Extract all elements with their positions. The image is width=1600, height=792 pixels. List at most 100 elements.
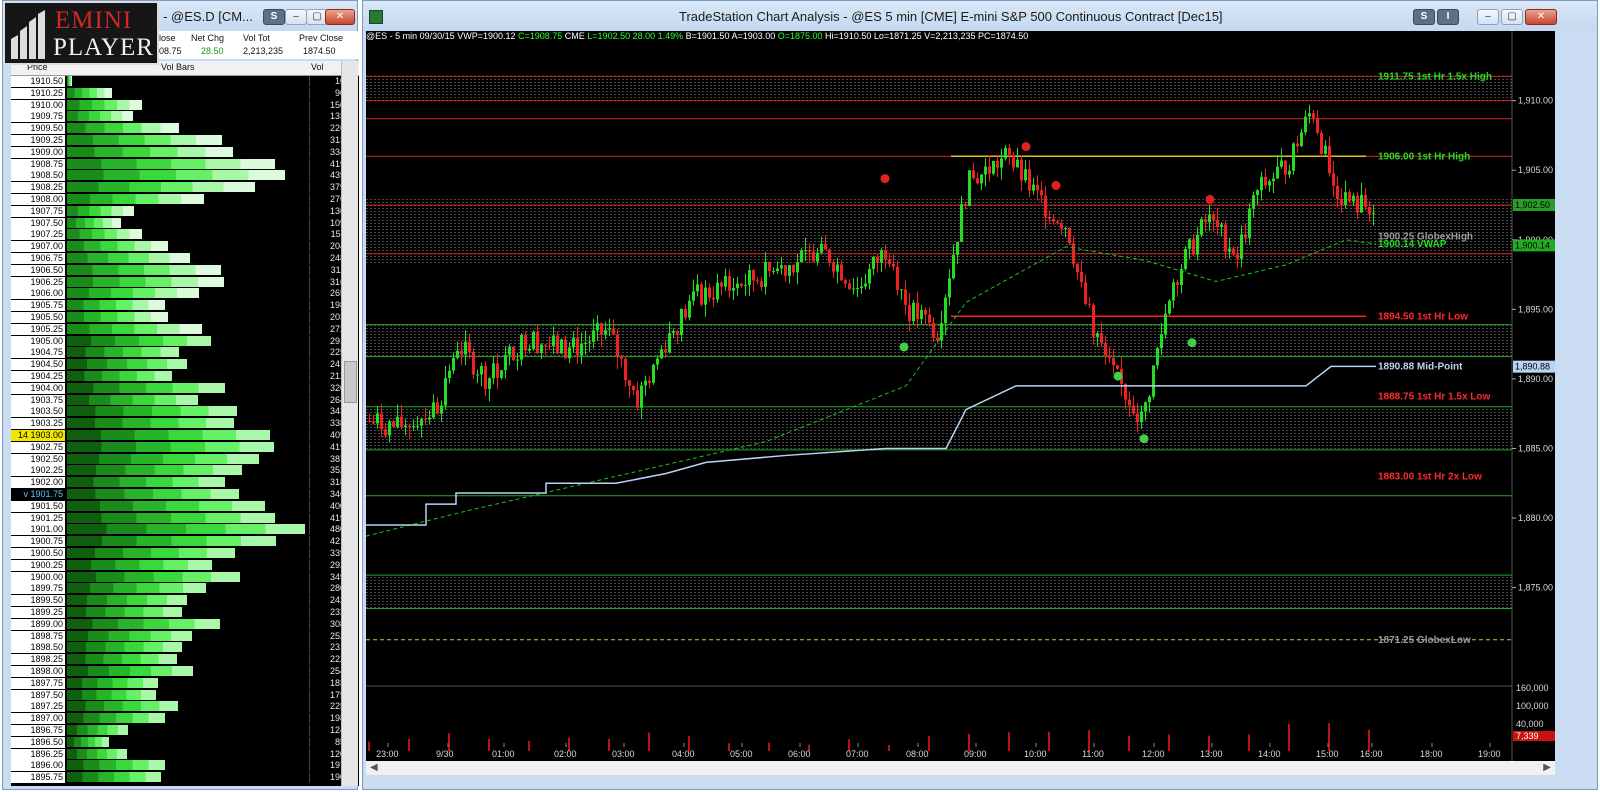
ladder-row[interactable]: 1905.0029173: [11, 335, 359, 347]
ladder-row[interactable]: 1904.7522538: [11, 347, 359, 359]
price-chart[interactable]: @ES - 5 min 09/30/15 VWP=1900.12 C=1908.…: [366, 31, 1555, 761]
ladder-price: 1906.00: [11, 288, 65, 300]
chart-horizontal-scrollbar[interactable]: ◀ ▶: [366, 761, 1555, 775]
candle-body: [592, 330, 595, 342]
ladder-price: v 1901.75: [11, 489, 65, 500]
ladder-row[interactable]: 1909.7513323: [11, 111, 359, 123]
ladder-row[interactable]: 1904.5024148: [11, 359, 359, 371]
candle-body: [900, 289, 903, 291]
volume-bar: [1048, 731, 1050, 751]
ladder-row[interactable]: 1902.7541906: [11, 441, 359, 453]
ladder-row[interactable]: 1897.7518332: [11, 677, 359, 689]
ladder-row[interactable]: 1907.2515119: [11, 229, 359, 241]
ladder-price: 1896.00: [11, 760, 65, 772]
ladder-row[interactable]: 1909.0033448: [11, 146, 359, 158]
ladder-row[interactable]: 1905.7519877: [11, 300, 359, 312]
ladder-price: 1906.75: [11, 253, 65, 264]
scroll-left-icon[interactable]: ◀: [370, 762, 378, 773]
ladder-scrollbar[interactable]: [341, 61, 358, 786]
volume-bar: [368, 741, 370, 751]
ladder-price: 1900.00: [11, 571, 65, 583]
ladder-row[interactable]: 1907.5010927: [11, 217, 359, 229]
ladder-row[interactable]: 1903.2533840: [11, 418, 359, 430]
candle-body: [1288, 170, 1291, 175]
scrollbar-thumb[interactable]: [344, 361, 357, 403]
ladder-row[interactable]: 1910.501047: [11, 76, 359, 87]
ladder-row[interactable]: 1903.7526430: [11, 394, 359, 406]
ladder-row[interactable]: 1898.5023171: [11, 642, 359, 654]
ladder-row[interactable]: 1900.2529237: [11, 559, 359, 571]
ladder-row[interactable]: 1905.2527213: [11, 323, 359, 335]
ladder-row[interactable]: 1902.0031874: [11, 477, 359, 489]
ladder-row[interactable]: 1908.5043999: [11, 170, 359, 182]
ladder-row[interactable]: 1903.5034335: [11, 406, 359, 418]
time-axis-label: 18:00: [1420, 749, 1443, 759]
ladder-row[interactable]: 1898.2522271: [11, 654, 359, 666]
close-button[interactable]: ✕: [325, 9, 355, 25]
ladder-row[interactable]: 1897.5017945: [11, 689, 359, 701]
close-button[interactable]: ✕: [1525, 9, 1557, 25]
ladder-volume-bar: [67, 500, 266, 511]
ladder-row[interactable]: 1899.0030851: [11, 618, 359, 630]
scroll-right-icon[interactable]: ▶: [1543, 762, 1551, 773]
ladder-row[interactable]: 1899.5024277: [11, 595, 359, 607]
ladder-row[interactable]: 1896.0019749: [11, 760, 359, 772]
ladder-row[interactable]: 1901.0048085: [11, 524, 359, 536]
ladder-row[interactable]: 1898.0025479: [11, 666, 359, 677]
ladder-price: 1909.50: [11, 123, 65, 135]
ladder-row[interactable]: 1899.2523269: [11, 607, 359, 618]
ladder-row[interactable]: 1908.2537916: [11, 182, 359, 194]
ladder-row[interactable]: 1899.7528040: [11, 583, 359, 595]
ladder-row[interactable]: 1907.0020437: [11, 241, 359, 253]
ladder-row[interactable]: 1897.0019842: [11, 713, 359, 725]
ladder-row[interactable]: 1895.7519081: [11, 772, 359, 784]
candle-body: [1308, 113, 1311, 117]
ladder-row[interactable]: 1902.5038705: [11, 453, 359, 465]
minimize-button[interactable]: –: [285, 9, 307, 25]
ladder-row[interactable]: 1910.0015075: [11, 99, 359, 111]
ladder-row[interactable]: 1908.7541972: [11, 158, 359, 170]
window-menu-button[interactable]: S: [263, 9, 285, 25]
ladder-row[interactable]: 1896.508536: [11, 736, 359, 748]
ladder-row[interactable]: v 1901.7534690: [11, 489, 359, 500]
candle-body: [1112, 358, 1115, 366]
ladder-row[interactable]: 1907.7513614: [11, 205, 359, 217]
ladder-volume-bar: [67, 524, 305, 535]
ladder-row[interactable]: 1904.0032005: [11, 382, 359, 394]
maximize-button[interactable]: ▢: [1501, 9, 1523, 25]
ladder-row[interactable]: 1909.5022662: [11, 123, 359, 135]
candle-body: [928, 314, 931, 323]
ladder-row[interactable]: 1898.7525267: [11, 630, 359, 642]
window-menu-button[interactable]: S: [1413, 9, 1435, 25]
ladder-row[interactable]: 1906.7524818: [11, 253, 359, 264]
ladder-row[interactable]: 1901.5040098: [11, 500, 359, 512]
ladder-price: 1897.50: [11, 689, 65, 701]
candle-body: [380, 413, 383, 430]
ladder-row[interactable]: 14 1903.0040920: [11, 430, 359, 441]
ladder-row[interactable]: 1897.2522518: [11, 701, 359, 713]
ladder-row[interactable]: 1906.0026573: [11, 288, 359, 300]
ladder-row[interactable]: 1896.2512022: [11, 748, 359, 760]
indicator-menu-button[interactable]: I: [1437, 9, 1459, 25]
ladder-row[interactable]: 1900.0034967: [11, 571, 359, 583]
ladder-row[interactable]: 1908.0027606: [11, 194, 359, 205]
chart-titlebar[interactable]: TradeStation Chart Analysis - @ES 5 min …: [363, 1, 1597, 31]
quote-prevclose: 1874.50: [303, 46, 336, 56]
ladder-row[interactable]: 1906.2531624: [11, 276, 359, 288]
ladder-row[interactable]: 1900.5033921: [11, 548, 359, 559]
ladder-row[interactable]: 1900.7542126: [11, 536, 359, 548]
time-axis-label: 15:00: [1316, 749, 1339, 759]
ladder-row[interactable]: 1901.2541923: [11, 512, 359, 524]
candle-body: [492, 363, 495, 379]
ladder-row[interactable]: 1910.259056: [11, 87, 359, 99]
ladder-volume-bar: [67, 158, 275, 169]
ladder-row[interactable]: 1902.2535274: [11, 465, 359, 477]
ladder-row[interactable]: 1909.2531300: [11, 135, 359, 146]
ladder-row[interactable]: 1904.2521282: [11, 371, 359, 382]
candle-body: [1332, 173, 1335, 186]
ladder-row[interactable]: 1905.5020375: [11, 312, 359, 323]
minimize-button[interactable]: –: [1477, 9, 1499, 25]
ladder-row[interactable]: 1906.5031127: [11, 264, 359, 276]
ladder-row[interactable]: 1896.7512414: [11, 725, 359, 736]
candle-body: [652, 364, 655, 383]
